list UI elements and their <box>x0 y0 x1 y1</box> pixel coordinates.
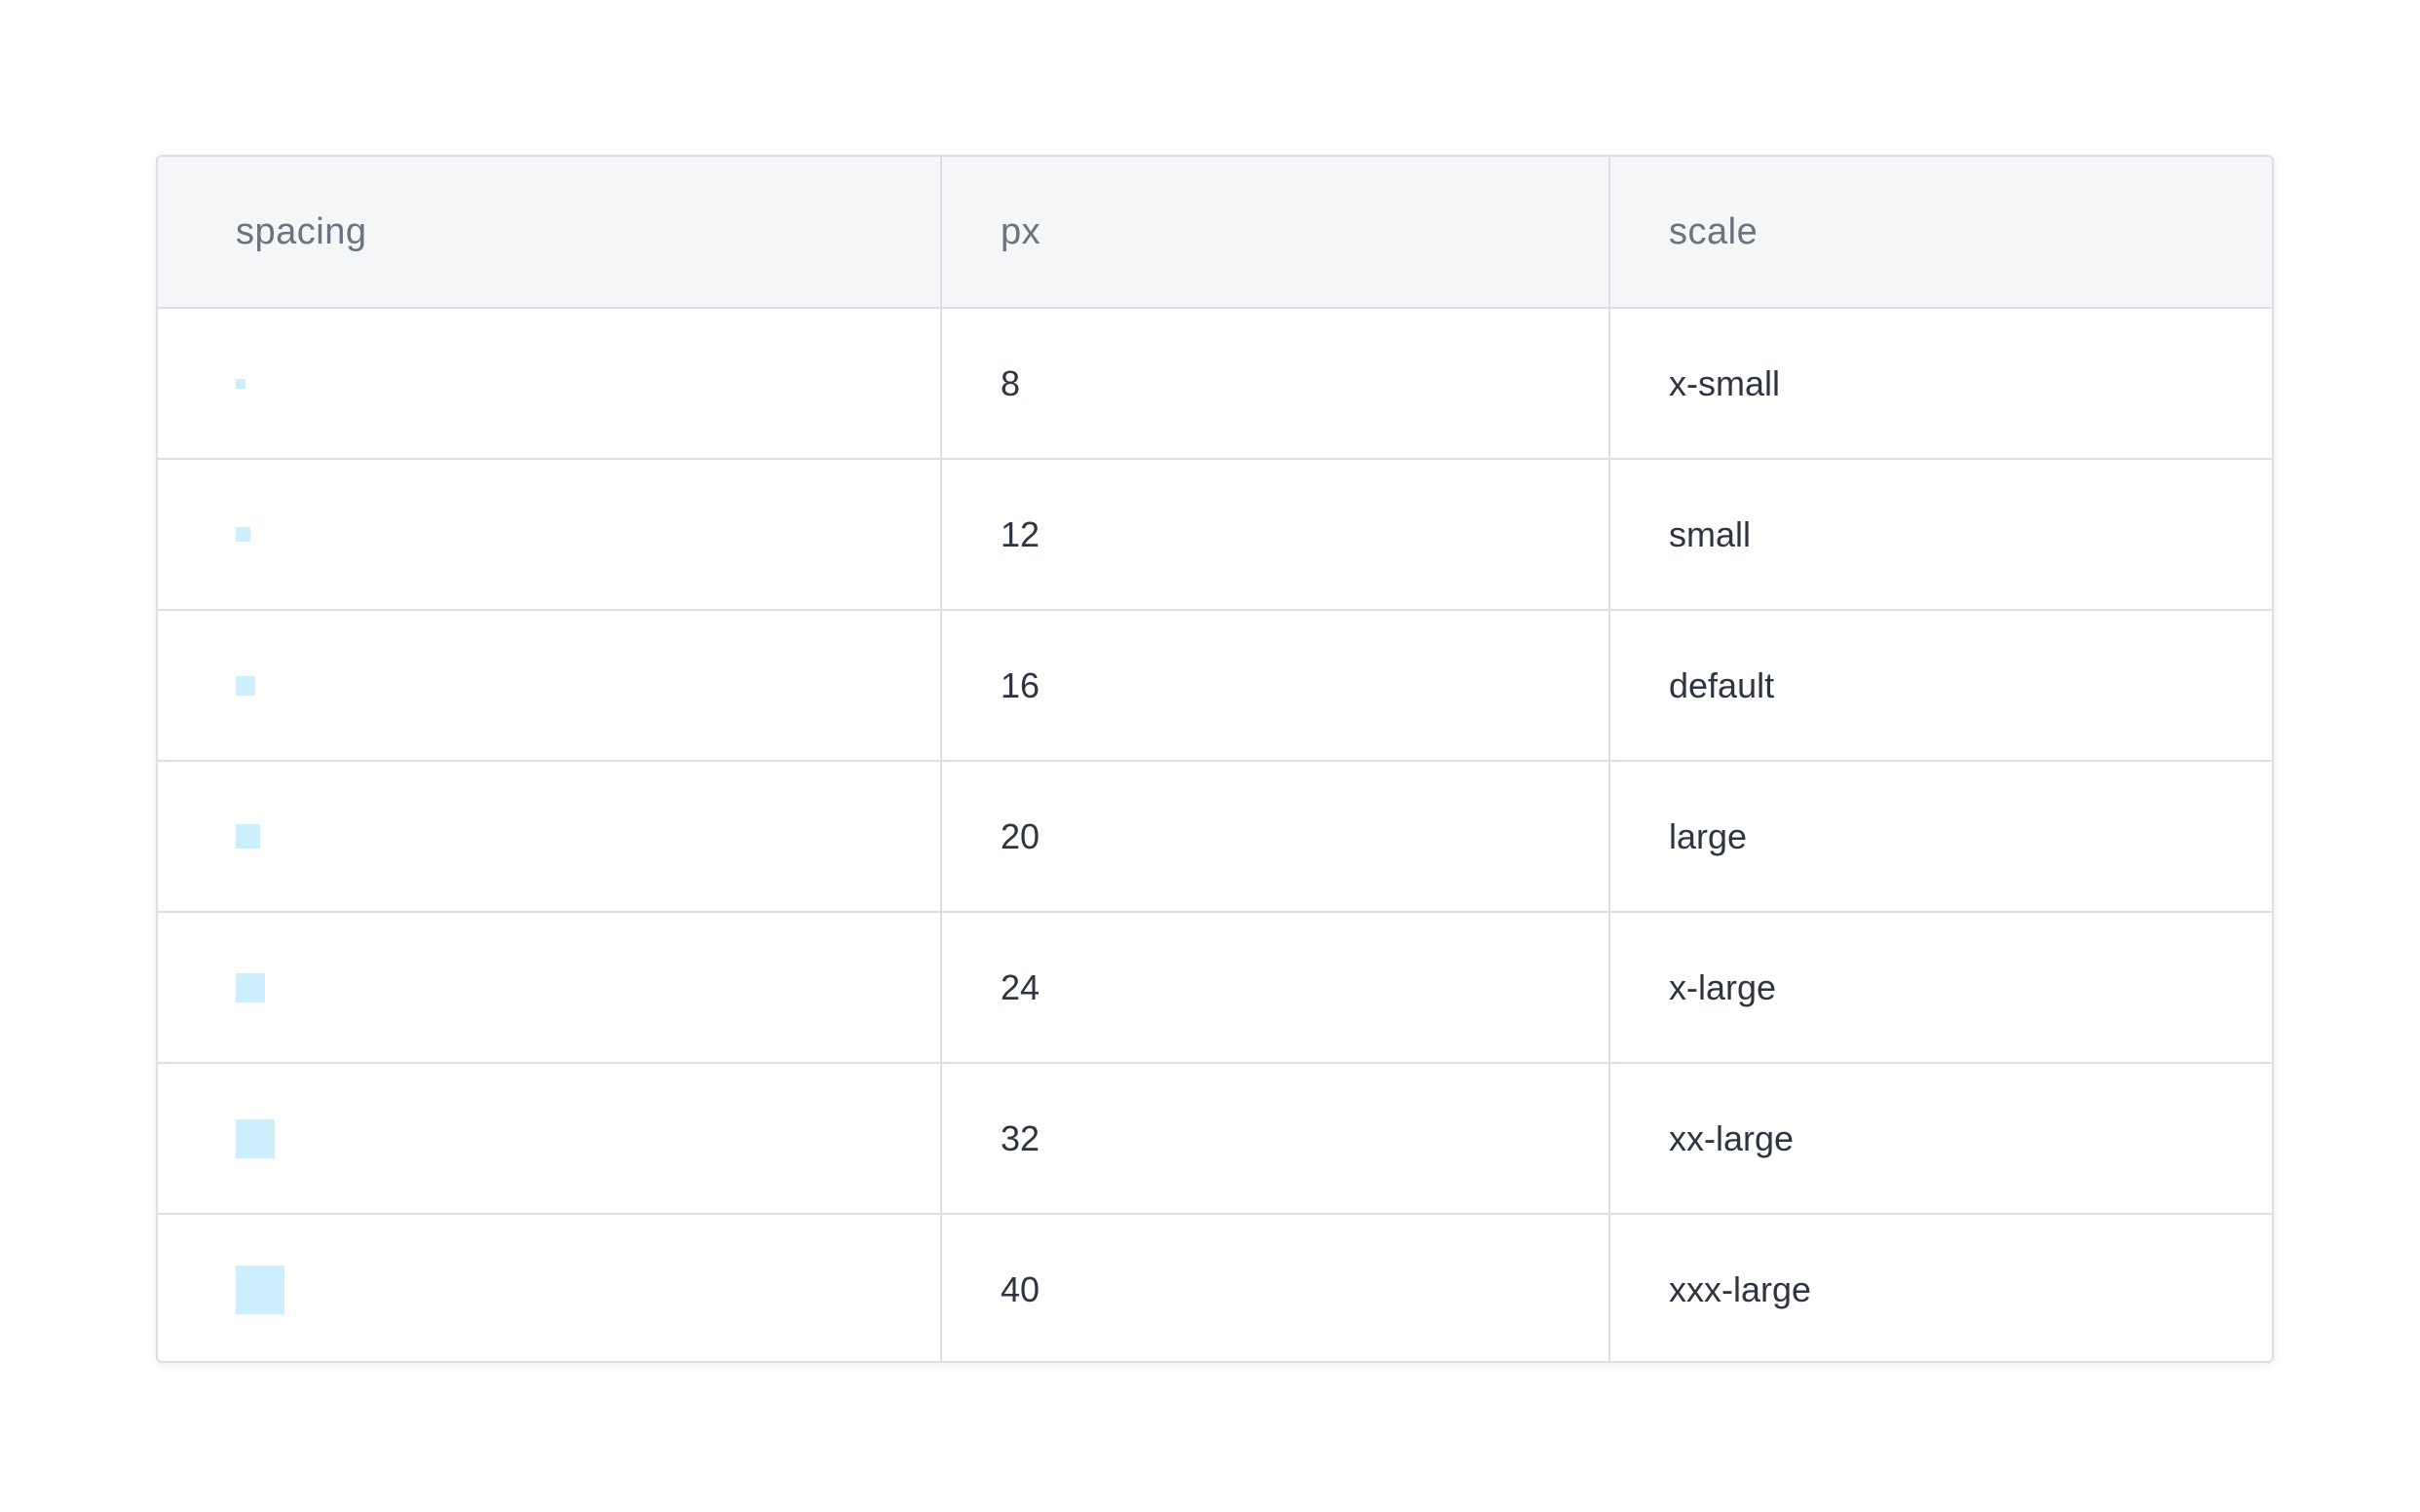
px-cell: 32 <box>941 1063 1610 1215</box>
spacing-cell <box>158 912 942 1064</box>
spacing-swatch <box>236 527 250 542</box>
spacing-swatch <box>236 972 265 1002</box>
px-cell: 40 <box>941 1214 1610 1361</box>
header-row: spacing px scale <box>158 157 2272 309</box>
spacing-cell <box>158 459 942 611</box>
px-cell: 16 <box>941 610 1610 762</box>
spacing-cell <box>158 761 942 913</box>
table-row: 12 small <box>158 459 2272 611</box>
spacing-cell <box>158 610 942 762</box>
spacing-swatch <box>236 675 255 696</box>
scale-cell: small <box>1609 459 2272 611</box>
spacing-swatch <box>236 824 260 849</box>
table-body: 8 x-small 12 small 16 default 20 large 2… <box>158 308 2272 1361</box>
scale-cell: xx-large <box>1609 1063 2272 1215</box>
spacing-table: spacing px scale 8 x-small 12 small 16 d… <box>158 157 2272 1361</box>
table-row: 24 x-large <box>158 912 2272 1064</box>
table-row: 40 xxx-large <box>158 1214 2272 1361</box>
scale-cell: large <box>1609 761 2272 913</box>
spacing-cell <box>158 308 942 460</box>
table-row: 16 default <box>158 610 2272 762</box>
column-header-spacing: spacing <box>158 157 942 309</box>
table-row: 8 x-small <box>158 308 2272 460</box>
px-cell: 20 <box>941 761 1610 913</box>
px-cell: 8 <box>941 308 1610 460</box>
spacing-cell <box>158 1214 942 1361</box>
spacing-swatch <box>236 1266 284 1314</box>
table-row: 32 xx-large <box>158 1063 2272 1215</box>
scale-cell: default <box>1609 610 2272 762</box>
px-cell: 12 <box>941 459 1610 611</box>
table-row: 20 large <box>158 761 2272 913</box>
spacing-swatch <box>236 1118 275 1158</box>
spacing-table-card: spacing px scale 8 x-small 12 small 16 d… <box>156 155 2274 1363</box>
spacing-swatch <box>236 378 246 389</box>
column-header-scale: scale <box>1609 157 2272 309</box>
table-header: spacing px scale <box>158 157 2272 309</box>
scale-cell: x-large <box>1609 912 2272 1064</box>
scale-cell: x-small <box>1609 308 2272 460</box>
spacing-cell <box>158 1063 942 1215</box>
scale-cell: xxx-large <box>1669 1269 1812 1309</box>
px-cell: 24 <box>941 912 1610 1064</box>
page: spacing px scale 8 x-small 12 small 16 d… <box>0 0 2420 1512</box>
column-header-px: px <box>941 157 1610 309</box>
